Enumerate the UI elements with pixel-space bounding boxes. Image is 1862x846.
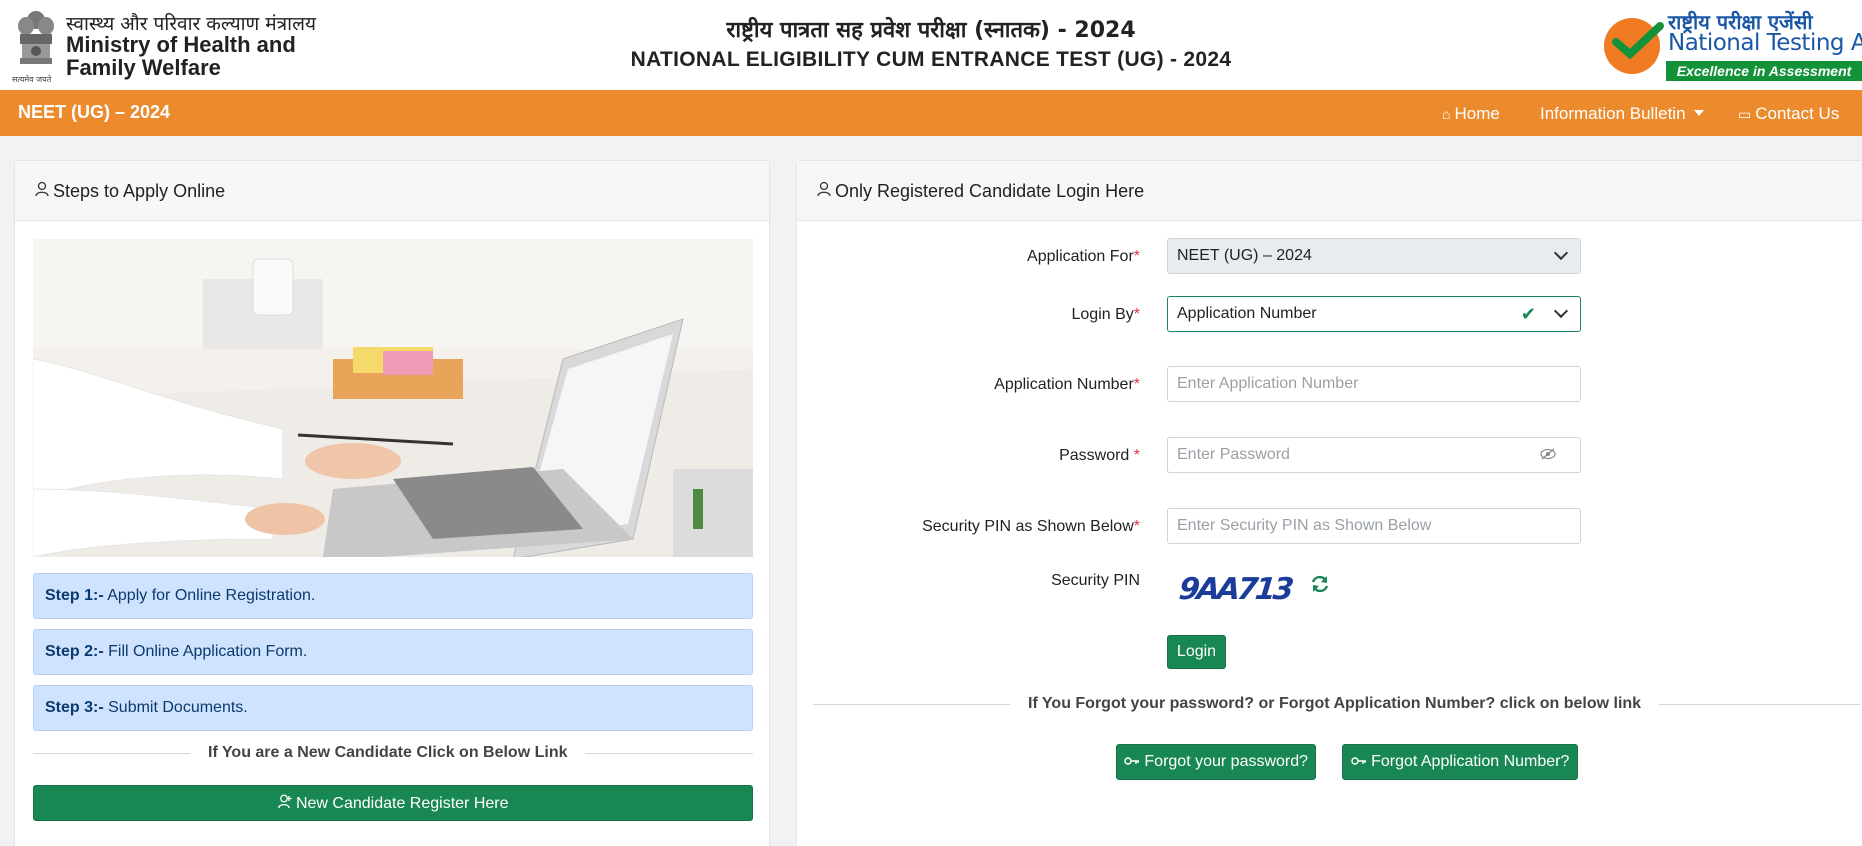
nav-home-label: Home <box>1454 104 1500 123</box>
main-navbar: NEET (UG) – 2024 ⌂ Home Information Bulle… <box>0 90 1862 136</box>
login-card-header: Only Registered Candidate Login Here <box>797 161 1862 221</box>
forgot-password-button[interactable]: Forgot your password? <box>1116 744 1316 780</box>
step-1-label: Step 1:- <box>45 587 104 604</box>
steps-title-text: Steps to Apply Online <box>53 181 226 201</box>
security-pin-input[interactable]: Enter Security PIN as Shown Below <box>1167 508 1581 544</box>
required-marker: * <box>1133 306 1140 323</box>
step-1-text: Apply for Online Registration. <box>107 587 316 604</box>
nta-tagline: Excellence in Assessment <box>1666 61 1862 81</box>
step-3: Step 3:- Submit Documents. <box>33 685 753 731</box>
nav-information-bulletin[interactable]: Information Bulletin <box>1540 104 1704 124</box>
site-header: सत्यमेव जयते स्वास्थ्य और परिवार कल्याण … <box>0 0 1862 90</box>
password-label: Password * <box>800 447 1140 465</box>
valid-check-icon: ✔ <box>1520 304 1536 324</box>
step-2-label: Step 2:- <box>45 643 104 660</box>
steps-card-title: Steps to Apply Online <box>35 181 225 202</box>
exam-title-hindi: राष्ट्रीय पात्रता सह प्रवेश परीक्षा (स्न… <box>726 18 1136 43</box>
step-2: Step 2:- Fill Online Application Form. <box>33 629 753 675</box>
security-pin-input-label: Security PIN as Shown Below* <box>800 518 1140 536</box>
password-input[interactable]: Enter Password <box>1167 437 1581 473</box>
person-icon <box>817 181 831 202</box>
password-label-text: Password <box>1059 447 1130 464</box>
new-candidate-text: If You are a New Candidate Click on Belo… <box>190 744 586 762</box>
login-button[interactable]: Login <box>1167 635 1226 669</box>
checkmark-icon <box>1612 22 1664 60</box>
steps-card-header: Steps to Apply Online <box>15 161 769 221</box>
required-marker: * <box>1133 248 1140 265</box>
application-for-label: Application For* <box>800 248 1140 266</box>
exam-title-english: NATIONAL ELIGIBILITY CUM ENTRANCE TEST (… <box>630 48 1232 71</box>
security-pin-placeholder: Enter Security PIN as Shown Below <box>1177 517 1432 534</box>
application-number-label: Application Number* <box>800 376 1140 394</box>
person-icon <box>35 181 49 202</box>
login-card-title: Only Registered Candidate Login Here <box>817 181 1144 202</box>
nav-bulletin-label: Information Bulletin <box>1540 104 1686 123</box>
nav-home[interactable]: ⌂ Home <box>1442 104 1500 124</box>
key-icon <box>1350 753 1371 770</box>
login-by-value: Application Number <box>1177 305 1317 322</box>
captcha-image: 9AA713 <box>1167 560 1301 616</box>
login-title-text: Only Registered Candidate Login Here <box>835 181 1145 201</box>
required-marker: * <box>1133 376 1140 393</box>
nta-name-english: National Testing Agency <box>1668 30 1862 56</box>
forgot-appno-label: Forgot Application Number? <box>1371 753 1570 770</box>
security-pin-label: Security PIN <box>1051 572 1140 589</box>
forgot-application-number-button[interactable]: Forgot Application Number? <box>1342 744 1578 780</box>
required-marker: * <box>1133 447 1140 464</box>
application-number-input[interactable]: Enter Application Number <box>1167 366 1581 402</box>
application-number-placeholder: Enter Application Number <box>1177 375 1359 392</box>
emblem-caption: सत्यमेव जयते <box>12 75 52 84</box>
register-button-label: New Candidate Register Here <box>295 795 509 812</box>
steps-card: Steps to Apply Online Step 1:- Apply for… <box>14 160 770 846</box>
home-icon: ⌂ <box>1442 106 1451 122</box>
person-plus-icon <box>277 794 296 812</box>
step-3-text: Submit Documents. <box>108 699 248 716</box>
chevron-down-icon <box>1553 303 1569 319</box>
step-3-label: Step 3:- <box>45 699 104 716</box>
forgot-password-label: Forgot your password? <box>1144 753 1309 770</box>
application-number-label-text: Application Number <box>994 376 1134 393</box>
chat-icon: ▭ <box>1738 106 1752 122</box>
captcha-text: 9AA713 <box>1177 572 1293 607</box>
security-pin-input-label-text: Security PIN as Shown Below <box>922 518 1134 535</box>
nav-contact-us[interactable]: ▭ Contact Us <box>1738 104 1839 124</box>
step-1: Step 1:- Apply for Online Registration. <box>33 573 753 619</box>
eye-slash-icon[interactable] <box>1540 448 1556 463</box>
key-icon <box>1124 753 1144 770</box>
login-by-label: Login By* <box>800 306 1141 324</box>
navbar-brand[interactable]: NEET (UG) – 2024 <box>18 102 170 123</box>
caret-down-icon <box>1693 110 1704 116</box>
password-placeholder: Enter Password <box>1177 446 1290 463</box>
required-marker: * <box>1133 518 1140 535</box>
application-for-select[interactable]: NEET (UG) – 2024 <box>1167 238 1581 274</box>
login-by-label-text: Login By <box>1071 306 1134 323</box>
nav-contact-label: Contact Us <box>1755 104 1840 123</box>
step-2-text: Fill Online Application Form. <box>108 643 308 660</box>
refresh-captcha-icon[interactable] <box>1310 574 1330 600</box>
nta-logo: राष्ट्रीय परीक्षा एजेंसी National Testin… <box>1604 8 1862 84</box>
forgot-help-text: If You Forgot your password? or Forgot A… <box>1010 695 1660 713</box>
new-candidate-register-button[interactable]: New Candidate Register Here <box>33 785 753 821</box>
application-for-label-text: Application For <box>1027 248 1134 265</box>
chevron-down-icon <box>1553 245 1569 261</box>
application-for-value: NEET (UG) – 2024 <box>1177 247 1312 264</box>
login-by-select[interactable]: Application Number ✔ <box>1167 296 1581 332</box>
hero-image <box>33 239 753 557</box>
